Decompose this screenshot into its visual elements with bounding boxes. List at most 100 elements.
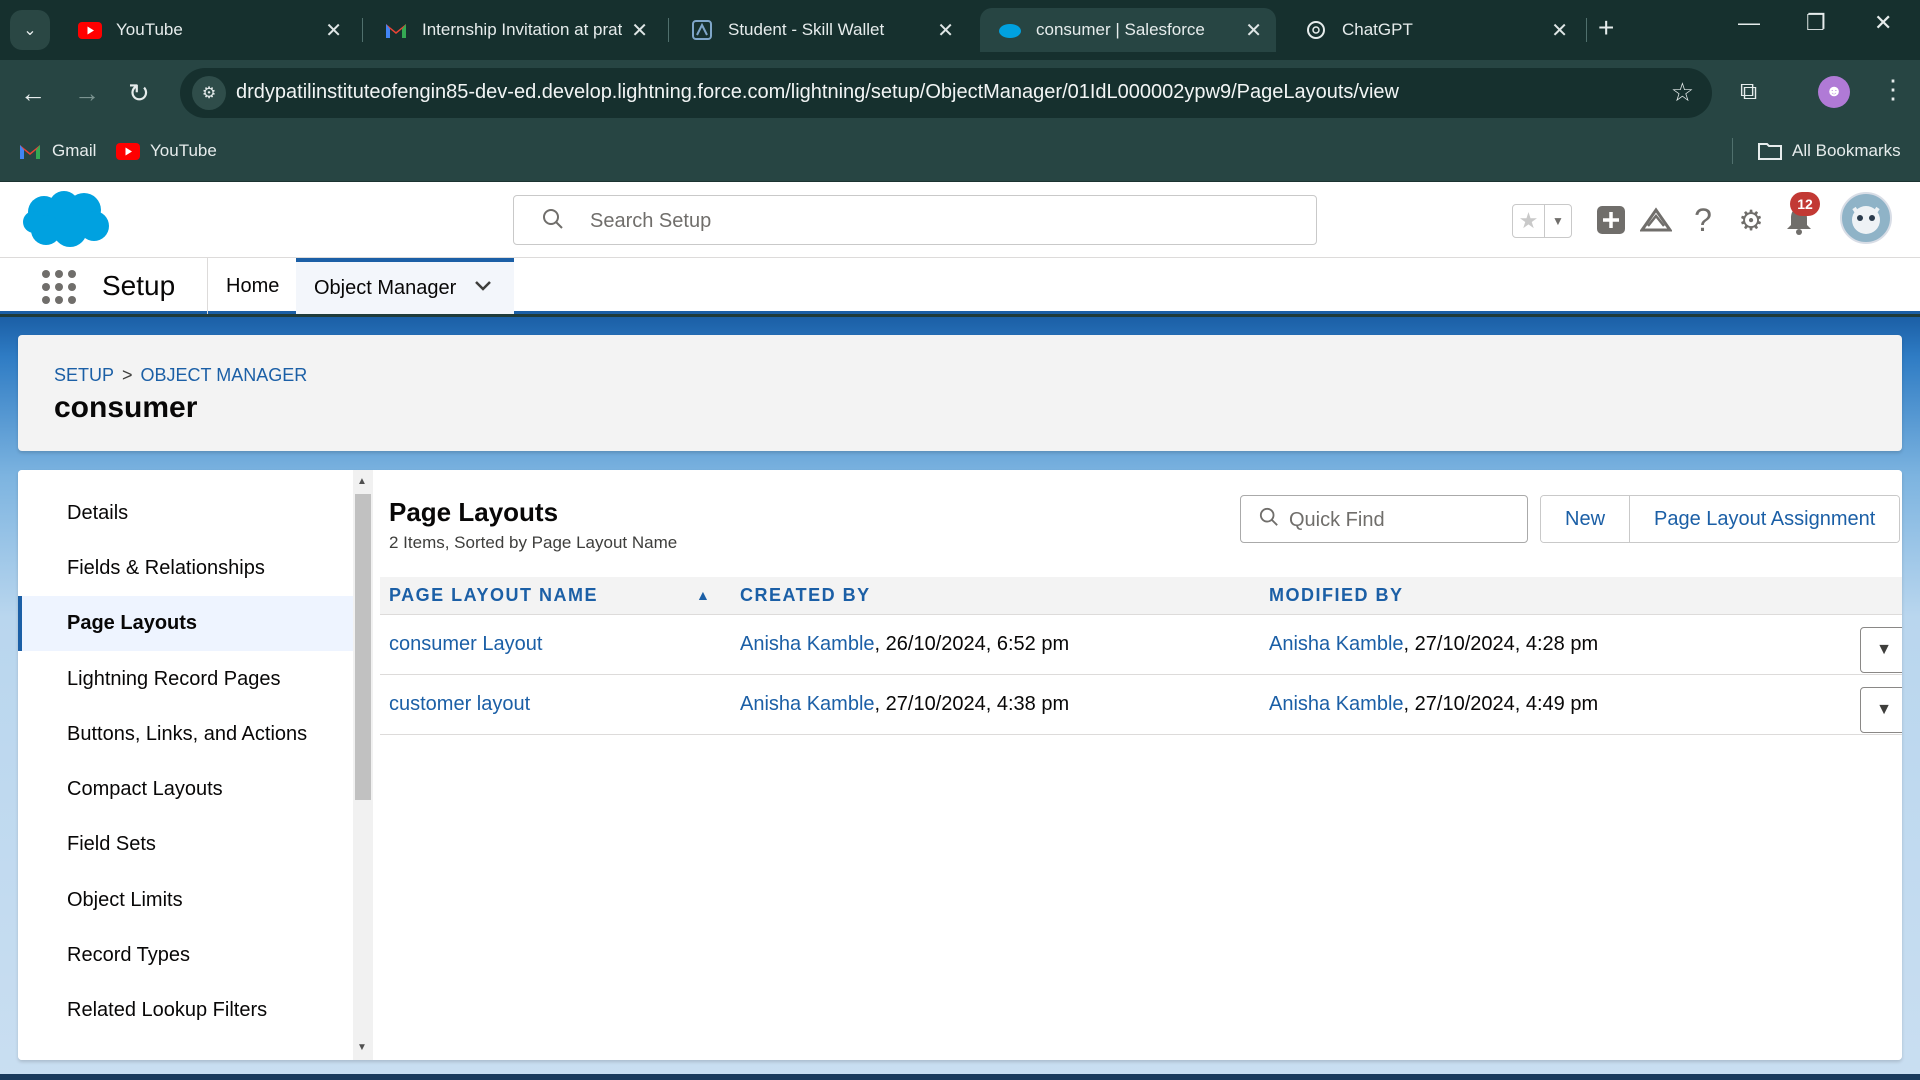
sidebar-scrollbar[interactable]: ▲ ▼ [353, 470, 373, 1060]
breadcrumb-object-manager[interactable]: OBJECT MANAGER [141, 365, 308, 386]
sidebar-item-lightning-record-pages[interactable]: Lightning Record Pages [18, 652, 353, 707]
modified-by-cell: Anisha Kamble, 27/10/2024, 4:49 pm [1269, 693, 1598, 716]
sidebar-item-field-sets[interactable]: Field Sets [18, 817, 353, 872]
folder-icon [1758, 142, 1782, 160]
row-actions-dropdown[interactable]: ▼ [1860, 627, 1902, 673]
sidebar-item-label: Details [67, 502, 129, 524]
breadcrumb-setup[interactable]: SETUP [54, 365, 114, 386]
tab-search-button[interactable]: ⌄ [10, 10, 50, 50]
site-info-icon[interactable]: ⚙ [192, 76, 226, 110]
setup-search-input[interactable] [590, 206, 1290, 236]
sidebar-item-fields-relationships[interactable]: Fields & Relationships [18, 541, 353, 596]
url-text[interactable]: drdypatilinstituteofengin85-dev-ed.devel… [236, 81, 1399, 104]
scroll-up-icon[interactable]: ▲ [357, 476, 367, 487]
sidebar-item-label: Buttons, Links, and Actions [67, 723, 308, 745]
close-icon[interactable]: ✕ [1551, 18, 1568, 43]
nav-item-label: Home [226, 274, 280, 297]
chevron-down-icon[interactable] [474, 279, 492, 297]
created-date: , 27/10/2024, 4:38 pm [874, 693, 1070, 715]
sidebar-item-record-types[interactable]: Record Types [18, 928, 353, 983]
extensions-icon[interactable]: ⧉ [1740, 78, 1757, 106]
breadcrumb: SETUP > OBJECT MANAGER [54, 365, 307, 386]
help-icon[interactable]: ? [1685, 202, 1721, 238]
created-by-user-link[interactable]: Anisha Kamble [740, 693, 875, 715]
close-icon[interactable]: ✕ [325, 18, 342, 43]
page-layout-actions: New Page Layout Assignment [1540, 495, 1901, 543]
favorites-dropdown-icon[interactable]: ▼ [1545, 205, 1571, 237]
nav-item-home[interactable]: Home [208, 258, 297, 314]
restore-icon[interactable]: ❐ [1806, 10, 1826, 36]
bookmark-gmail[interactable]: Gmail [18, 141, 96, 161]
browser-tab-youtube[interactable]: YouTube ✕ [60, 8, 356, 52]
browser-tab-strip: ⌄ YouTube ✕ Internship Invitation at pra… [0, 0, 1920, 60]
all-bookmarks-button[interactable]: All Bookmarks [1758, 141, 1901, 161]
page-layout-name-link[interactable]: consumer Layout [389, 633, 542, 656]
tab-title: YouTube [116, 20, 183, 39]
scrollbar-thumb[interactable] [355, 494, 371, 800]
chevron-down-icon: ▼ [1876, 701, 1892, 718]
bookmark-youtube[interactable]: YouTube [116, 141, 217, 161]
sidebar-item-details[interactable]: Details [18, 486, 353, 541]
new-tab-button[interactable]: + [1598, 12, 1614, 44]
global-actions-icon[interactable] [1593, 202, 1629, 238]
table-row: customer layout Anisha Kamble, 27/10/202… [380, 675, 1902, 735]
address-bar[interactable]: ⚙ drdypatilinstituteofengin85-dev-ed.dev… [180, 68, 1712, 118]
close-icon[interactable]: ✕ [1245, 18, 1262, 43]
salesforce-logo[interactable] [22, 190, 110, 250]
sidebar-item-compact-layouts[interactable]: Compact Layouts [18, 762, 353, 817]
page-title: consumer [54, 391, 198, 424]
sort-ascending-icon[interactable]: ▲ [696, 587, 710, 603]
app-launcher-icon[interactable] [42, 270, 76, 304]
search-icon [542, 208, 564, 236]
browser-tab-skill-wallet[interactable]: Student - Skill Wallet ✕ [672, 8, 968, 52]
nav-item-object-manager[interactable]: Object Manager [296, 258, 514, 314]
quick-find-input[interactable] [1289, 506, 1509, 534]
minimize-icon[interactable]: — [1738, 10, 1760, 36]
row-actions-dropdown[interactable]: ▼ [1860, 687, 1902, 733]
favorites-star-icon[interactable]: ★ [1513, 205, 1545, 237]
forward-icon[interactable]: → [74, 78, 100, 109]
trailhead-icon[interactable] [1638, 202, 1674, 238]
back-icon[interactable]: ← [20, 78, 46, 109]
breadcrumb-separator: > [122, 365, 133, 385]
modified-by-user-link[interactable]: Anisha Kamble [1269, 693, 1404, 715]
page-layout-assignment-button[interactable]: Page Layout Assignment [1629, 496, 1900, 542]
app-name: Setup [102, 270, 176, 301]
browser-menu-icon[interactable]: ⋮ [1880, 74, 1906, 105]
sidebar-item-buttons-links-actions[interactable]: Buttons, Links, and Actions [18, 707, 353, 762]
user-avatar[interactable] [1840, 192, 1892, 244]
gmail-icon [384, 18, 408, 42]
scroll-down-icon[interactable]: ▼ [357, 1042, 367, 1053]
column-header-modified-by[interactable]: MODIFIED BY [1269, 585, 1404, 606]
search-icon [1259, 507, 1279, 533]
profile-avatar[interactable]: ☻ [1818, 76, 1850, 108]
section-title: Page Layouts [389, 497, 559, 527]
page-layout-name[interactable]: consumer Layout [389, 633, 542, 655]
created-by-user-link[interactable]: Anisha Kamble [740, 633, 875, 655]
item-count-summary: 2 Items, Sorted by Page Layout Name [389, 533, 678, 552]
bookmark-star-icon[interactable]: ☆ [1671, 77, 1694, 108]
close-icon[interactable]: ✕ [937, 18, 954, 43]
sidebar-item-page-layouts[interactable]: Page Layouts [18, 596, 353, 651]
close-icon[interactable]: ✕ [631, 18, 648, 43]
gear-icon[interactable]: ⚙ [1733, 202, 1769, 238]
tab-title: ChatGPT [1342, 20, 1413, 39]
modified-by-user-link[interactable]: Anisha Kamble [1269, 633, 1404, 655]
browser-tab-salesforce[interactable]: consumer | Salesforce ✕ [980, 8, 1276, 52]
page-layout-name-link[interactable]: customer layout [389, 693, 530, 716]
browser-tab-chatgpt[interactable]: ChatGPT ✕ [1286, 8, 1582, 52]
setup-search-box[interactable] [513, 195, 1317, 245]
page-layout-name[interactable]: customer layout [389, 693, 530, 715]
browser-tab-gmail[interactable]: Internship Invitation at prat ✕ [366, 8, 662, 52]
column-header-created-by[interactable]: CREATED BY [740, 585, 871, 606]
close-window-icon[interactable]: ✕ [1874, 10, 1892, 36]
new-button[interactable]: New [1541, 496, 1630, 542]
column-header-page-layout-name[interactable]: PAGE LAYOUT NAME [389, 585, 598, 606]
quick-find-box[interactable] [1240, 495, 1528, 543]
reload-icon[interactable]: ↻ [128, 78, 150, 109]
object-sidebar: Details Fields & Relationships Page Layo… [18, 470, 353, 1060]
bookmark-label: Gmail [52, 141, 97, 160]
sidebar-item-related-lookup-filters[interactable]: Related Lookup Filters [18, 983, 353, 1038]
sidebar-item-object-limits[interactable]: Object Limits [18, 873, 353, 928]
sidebar-item-label: Object Limits [67, 889, 183, 911]
